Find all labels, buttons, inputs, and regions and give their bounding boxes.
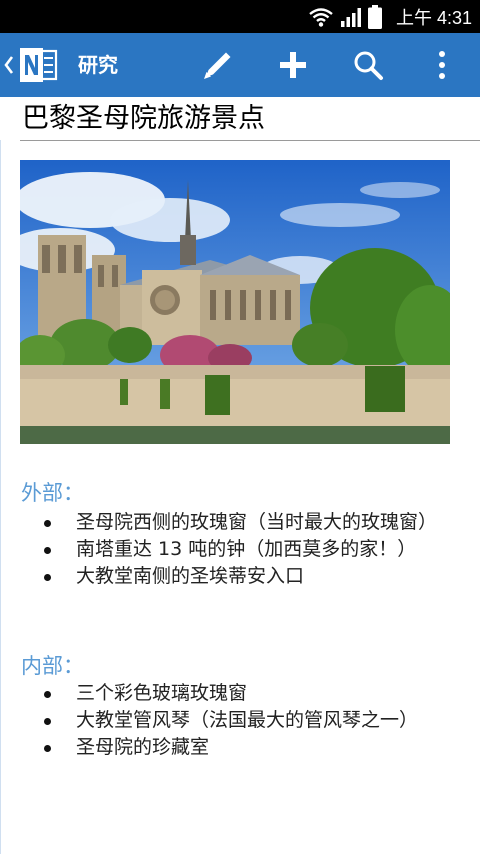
search-button[interactable] xyxy=(350,47,386,83)
notre-dame-photo[interactable] xyxy=(20,160,450,444)
list-item[interactable]: 圣母院西侧的玫瑰窗（当时最大的玫瑰窗） xyxy=(0,509,480,536)
bullet-icon xyxy=(44,691,51,698)
bullet-icon xyxy=(44,574,51,581)
wifi-icon xyxy=(309,7,333,27)
back-button[interactable] xyxy=(2,51,16,79)
list-item[interactable]: 三个彩色玻璃玫瑰窗 xyxy=(0,680,480,707)
interior-list: 三个彩色玻璃玫瑰窗 大教堂管风琴（法国最大的管风琴之一） 圣母院的珍藏室 xyxy=(0,680,480,761)
section-heading-exterior[interactable]: 外部： xyxy=(21,479,84,507)
plus-icon xyxy=(280,52,306,78)
list-item[interactable]: 大教堂南侧的圣埃蒂安入口 xyxy=(0,563,480,590)
add-button[interactable] xyxy=(275,47,311,83)
page-title[interactable]: 巴黎圣母院旅游景点 xyxy=(22,102,265,136)
status-icons: 上午 4:31 xyxy=(308,0,472,33)
status-time: 上午 4:31 xyxy=(395,7,472,28)
bullet-icon xyxy=(44,520,51,527)
list-item[interactable]: 大教堂管风琴（法国最大的管风琴之一） xyxy=(0,707,480,734)
onenote-logo-icon[interactable] xyxy=(18,46,58,84)
overflow-menu-button[interactable] xyxy=(424,47,460,83)
overflow-menu-icon xyxy=(439,51,445,79)
app-bar: 研究 xyxy=(0,33,480,97)
edit-button[interactable] xyxy=(200,47,236,83)
exterior-list: 圣母院西侧的玫瑰窗（当时最大的玫瑰窗） 南塔重达 13 吨的钟（加西莫多的家！）… xyxy=(0,509,480,590)
bullet-icon xyxy=(44,718,51,725)
pencil-icon xyxy=(204,52,231,79)
list-item[interactable]: 圣母院的珍藏室 xyxy=(0,734,480,761)
search-icon xyxy=(354,51,383,80)
notebook-title[interactable]: 研究 xyxy=(78,52,118,78)
status-bar: 上午 4:31 xyxy=(0,0,480,33)
list-item[interactable]: 南塔重达 13 吨的钟（加西莫多的家！） xyxy=(0,536,480,563)
signal-icon xyxy=(340,7,361,27)
bullet-icon xyxy=(44,547,51,554)
page-title-area[interactable]: 巴黎圣母院旅游景点 xyxy=(20,97,480,141)
chevron-left-icon xyxy=(4,56,14,74)
battery-icon xyxy=(367,4,382,29)
section-heading-interior[interactable]: 内部： xyxy=(21,652,84,680)
bullet-icon xyxy=(44,745,51,752)
